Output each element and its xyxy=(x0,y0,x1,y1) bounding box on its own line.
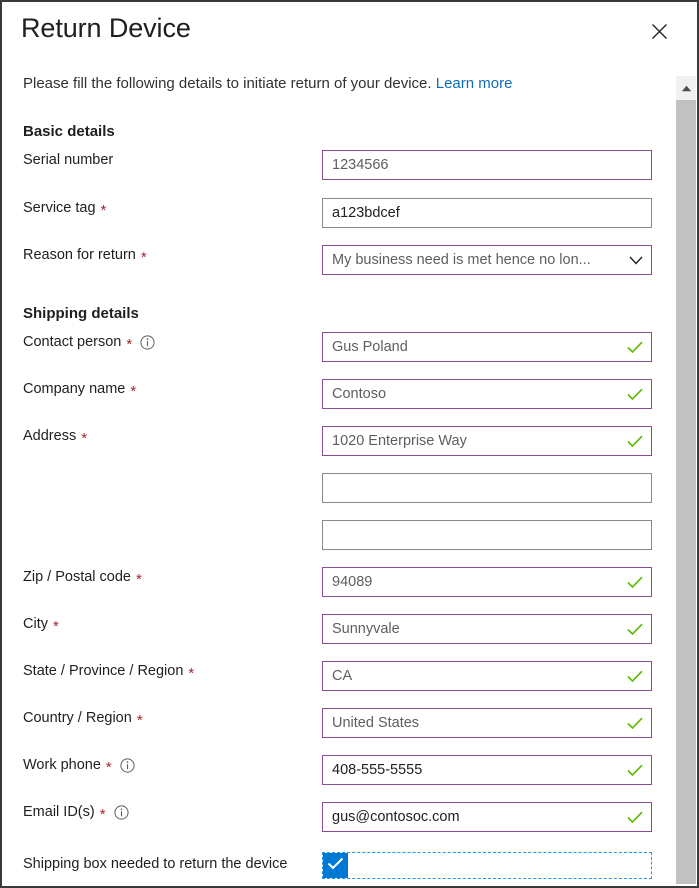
address-line2-input[interactable] xyxy=(322,473,652,503)
email-ids-value: gus@contosoc.com xyxy=(332,809,460,825)
checkmark-valid-icon xyxy=(627,576,643,589)
checkmark-valid-icon xyxy=(627,623,643,636)
close-button[interactable] xyxy=(645,17,673,45)
label-serial-number-text: Serial number xyxy=(23,152,114,168)
label-reason-for-return-text: Reason for return xyxy=(23,247,136,263)
required-asterisk: * xyxy=(136,570,142,588)
checkmark-valid-icon xyxy=(627,811,643,824)
contact-person-input[interactable]: Gus Poland xyxy=(322,332,652,362)
label-address: Address * xyxy=(23,426,87,446)
label-service-tag-text: Service tag xyxy=(23,200,96,216)
label-email-ids-text: Email ID(s) xyxy=(23,804,95,820)
email-ids-input[interactable]: gus@contosoc.com xyxy=(322,802,652,832)
address-line1-value: 1020 Enterprise Way xyxy=(332,433,467,449)
state-province-region-input[interactable]: CA xyxy=(322,661,652,691)
info-icon[interactable] xyxy=(120,757,135,773)
label-state-province-region: State / Province / Region * xyxy=(23,661,194,681)
checkmark-valid-icon xyxy=(627,670,643,683)
label-contact-person: Contact person * xyxy=(23,332,155,352)
required-asterisk: * xyxy=(105,758,112,776)
intro-text: Please fill the following details to ini… xyxy=(23,75,512,92)
page-title: Return Device xyxy=(21,13,191,43)
state-province-region-value: CA xyxy=(332,668,353,684)
checkmark-valid-icon xyxy=(627,388,643,401)
label-city-text: City xyxy=(23,616,48,632)
info-icon[interactable] xyxy=(113,804,129,820)
close-icon xyxy=(651,23,668,40)
required-asterisk: * xyxy=(130,382,137,400)
vertical-scrollbar[interactable] xyxy=(675,76,696,884)
section-header-shipping-details: Shipping details xyxy=(23,305,139,322)
shipping-box-checkbox-focus-ring xyxy=(322,852,652,879)
intro-sentence: Please fill the following details to ini… xyxy=(23,75,432,92)
country-region-value: United States xyxy=(332,715,420,731)
label-service-tag: Service tag * xyxy=(23,198,106,218)
learn-more-link[interactable]: Learn more xyxy=(436,75,513,92)
label-address-text: Address xyxy=(23,428,77,444)
service-tag-input[interactable]: a123bdcef xyxy=(322,198,652,228)
label-country-region-text: Country / Region xyxy=(23,710,132,726)
shipping-box-checkbox[interactable] xyxy=(323,853,348,878)
section-header-basic-details: Basic details xyxy=(23,123,115,140)
label-serial-number: Serial number xyxy=(23,150,113,170)
label-work-phone: Work phone * xyxy=(23,755,135,775)
serial-number-value: 1234566 xyxy=(332,157,389,173)
form-row-shipping-box: Shipping box needed to return the device xyxy=(2,852,674,882)
required-asterisk: * xyxy=(52,617,59,635)
label-state-province-region-text: State / Province / Region xyxy=(23,663,184,679)
company-name-value: Contoso xyxy=(332,386,387,402)
city-value: Sunnyvale xyxy=(332,621,400,637)
info-icon[interactable] xyxy=(140,334,155,350)
reason-for-return-value: My business need is met hence no lon... xyxy=(332,252,591,268)
label-city: City * xyxy=(23,614,59,634)
label-email-ids: Email ID(s) * xyxy=(23,802,129,822)
checkmark-valid-icon xyxy=(627,717,643,730)
label-country-region: Country / Region * xyxy=(23,708,143,728)
label-contact-person-text: Contact person xyxy=(23,334,122,350)
contact-person-value: Gus Poland xyxy=(332,339,408,355)
label-work-phone-text: Work phone xyxy=(23,757,101,773)
work-phone-input[interactable]: 408-555-5555 xyxy=(322,755,652,785)
required-asterisk: * xyxy=(188,664,195,682)
required-asterisk: * xyxy=(99,805,106,823)
zip-postal-code-input[interactable]: 94089 xyxy=(322,567,652,597)
zip-postal-code-value: 94089 xyxy=(332,574,373,590)
label-shipping-box-needed: Shipping box needed to return the device xyxy=(23,856,288,872)
reason-for-return-dropdown[interactable]: My business need is met hence no lon... xyxy=(322,245,652,275)
required-asterisk: * xyxy=(136,711,143,729)
checkmark-valid-icon xyxy=(627,764,643,777)
label-reason-for-return: Reason for return * xyxy=(23,245,147,265)
required-asterisk: * xyxy=(100,201,107,219)
required-asterisk: * xyxy=(140,248,147,266)
label-company-name-text: Company name xyxy=(23,381,126,397)
scroll-up-arrow-icon[interactable] xyxy=(676,76,696,100)
work-phone-value: 408-555-5555 xyxy=(332,762,423,778)
label-zip-postal-code-text: Zip / Postal code xyxy=(23,569,131,585)
return-device-dialog: Return Device Please fill the following … xyxy=(0,0,699,888)
required-asterisk: * xyxy=(126,335,133,353)
scrollbar-thumb[interactable] xyxy=(676,100,696,884)
dialog-header: Return Device xyxy=(2,2,697,64)
service-tag-value: a123bdcef xyxy=(332,205,400,221)
company-name-input[interactable]: Contoso xyxy=(322,379,652,409)
label-zip-postal-code: Zip / Postal code * xyxy=(23,567,142,587)
chevron-down-icon xyxy=(629,256,643,265)
serial-number-input[interactable]: 1234566 xyxy=(322,150,652,180)
address-line3-input[interactable] xyxy=(322,520,652,550)
checkmark-valid-icon xyxy=(627,435,643,448)
country-region-input[interactable]: United States xyxy=(322,708,652,738)
address-line1-input[interactable]: 1020 Enterprise Way xyxy=(322,426,652,456)
label-company-name: Company name * xyxy=(23,379,136,399)
city-input[interactable]: Sunnyvale xyxy=(322,614,652,644)
checkmark-icon xyxy=(327,857,344,875)
checkmark-valid-icon xyxy=(627,341,643,354)
required-asterisk: * xyxy=(81,429,88,447)
